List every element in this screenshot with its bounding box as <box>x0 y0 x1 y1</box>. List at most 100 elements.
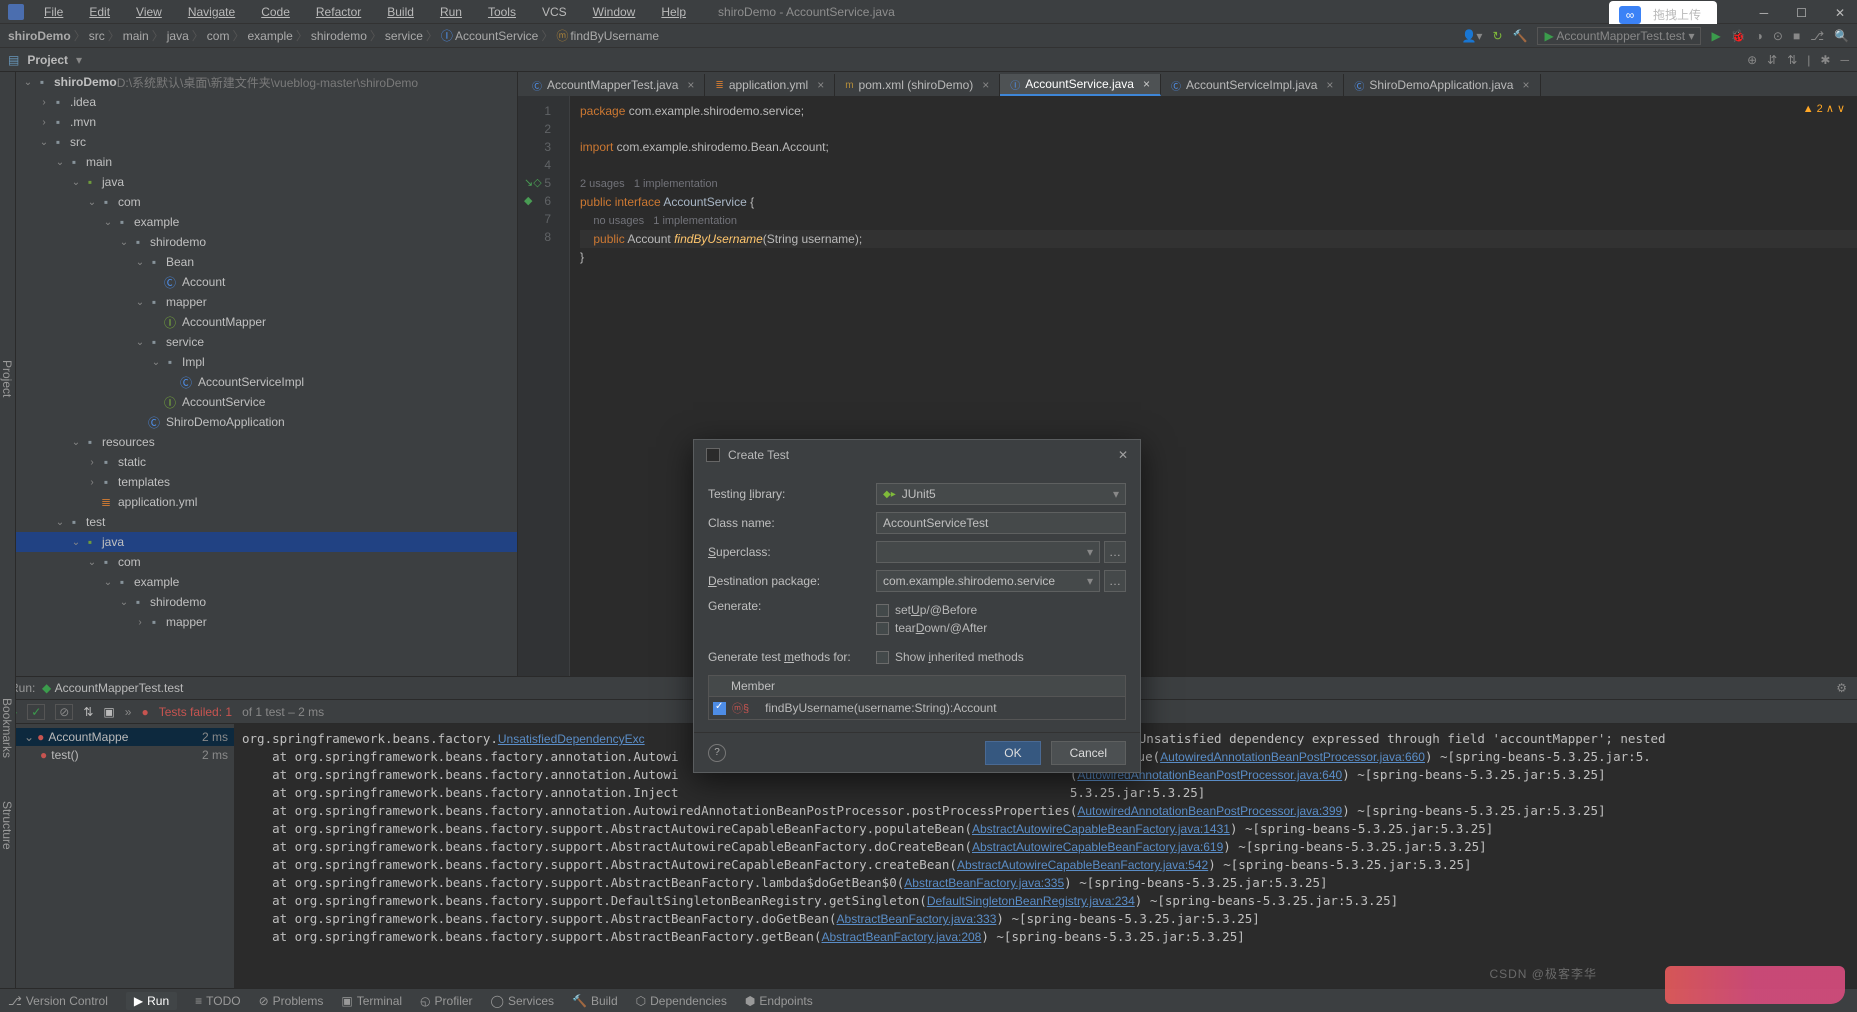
collapse-all-icon[interactable]: ⇅ <box>1787 53 1797 67</box>
ok-button[interactable]: OK <box>985 741 1040 765</box>
destpkg-browse[interactable]: … <box>1104 570 1126 592</box>
tab-application[interactable]: ≣application.yml× <box>705 74 835 96</box>
tree-item-main[interactable]: ⌄▪main <box>16 152 517 172</box>
tab-close-icon[interactable]: × <box>1522 78 1529 92</box>
menu-navigate[interactable]: Navigate <box>176 3 247 21</box>
run-config-selector[interactable]: ▶ AccountMapperTest.test ▾ <box>1537 27 1701 45</box>
tree-item-impl[interactable]: ⌄▪Impl <box>16 352 517 372</box>
crumb-shirodemo[interactable]: shirodemo <box>311 29 367 43</box>
stop-icon[interactable]: ■ <box>1793 29 1800 43</box>
dialog-close-icon[interactable]: ✕ <box>1118 448 1128 462</box>
tree-item-java[interactable]: ⌄▪java <box>16 532 517 552</box>
coverage-icon[interactable]: ◑ <box>1756 29 1763 43</box>
build-icon[interactable]: 🔨 <box>1513 29 1528 43</box>
menu-vcs[interactable]: VCS <box>530 3 579 21</box>
menu-file[interactable]: File <box>32 3 75 21</box>
test-tree[interactable]: ⌄●AccountMappe2 ms●test()2 ms <box>16 724 234 1000</box>
reload-icon[interactable]: ↻ <box>1492 29 1502 43</box>
terminal-tab[interactable]: ▣ Terminal <box>341 994 402 1008</box>
profiler-tab[interactable]: ◵ Profiler <box>420 994 473 1008</box>
tree-item-mapper[interactable]: ⌄▪mapper <box>16 292 517 312</box>
crumb-src[interactable]: src <box>89 29 105 43</box>
run-tab[interactable]: ▶ Run <box>126 992 177 1010</box>
tree-item-src[interactable]: ⌄▪src <box>16 132 517 152</box>
tree-item-static[interactable]: ›▪static <box>16 452 517 472</box>
problems-tab[interactable]: ⊘ Problems <box>259 994 324 1008</box>
tree-item-java[interactable]: ⌄▪java <box>16 172 517 192</box>
tree-item-shirodemoapplication[interactable]: ⒸShiroDemoApplication <box>16 412 517 432</box>
debug-icon[interactable]: 🐞 <box>1731 29 1746 43</box>
menu-run[interactable]: Run <box>428 3 474 21</box>
project-title[interactable]: Project <box>27 53 68 67</box>
tree-item-application.yml[interactable]: ≣application.yml <box>16 492 517 512</box>
menu-help[interactable]: Help <box>649 3 698 21</box>
tab-close-icon[interactable]: × <box>817 78 824 92</box>
menu-build[interactable]: Build <box>375 3 426 21</box>
menu-refactor[interactable]: Refactor <box>304 3 373 21</box>
settings-icon[interactable]: ✱ <box>1820 53 1830 67</box>
superclass-browse[interactable]: … <box>1104 541 1126 563</box>
tree-item-test[interactable]: ⌄▪test <box>16 512 517 532</box>
sort-icon[interactable]: ⇅ <box>83 705 93 719</box>
destpkg-input[interactable]: com.example.shirodemo.service <box>876 570 1100 592</box>
menu-tools[interactable]: Tools <box>476 3 528 21</box>
tab-pom[interactable]: mpom.xml (shiroDemo)× <box>835 74 1000 96</box>
tab-close-icon[interactable]: × <box>1143 77 1150 91</box>
setup-checkbox[interactable]: setUp/@Before <box>876 603 987 617</box>
tree-item-shirodemo[interactable]: ⌄▪shiroDemo D:\系统默认\桌面\新建文件夹\vueblog-mas… <box>16 72 517 92</box>
help-icon[interactable]: ? <box>708 744 726 762</box>
expand-icon[interactable]: ▣ <box>103 705 114 719</box>
crumb-java[interactable]: java <box>167 29 189 43</box>
inspections-widget[interactable]: ▲ 2 ∧ ∨ <box>1803 102 1845 115</box>
menu-view[interactable]: View <box>124 3 174 21</box>
tree-item-.mvn[interactable]: ›▪.mvn <box>16 112 517 132</box>
crumb-method[interactable]: findByUsername <box>570 29 659 43</box>
testlib-combo[interactable]: ◆▸JUnit5 <box>876 483 1126 505</box>
tree-item-accountservice[interactable]: ⒾAccountService <box>16 392 517 412</box>
minimize-icon[interactable]: ─ <box>1754 4 1775 22</box>
crumb-service[interactable]: service <box>385 29 423 43</box>
cancel-button[interactable]: Cancel <box>1051 741 1126 765</box>
tree-item-.idea[interactable]: ›▪.idea <box>16 92 517 112</box>
teardown-checkbox[interactable]: tearDown/@After <box>876 621 987 635</box>
inherited-checkbox[interactable]: Show inherited methods <box>876 650 1024 664</box>
hide-icon[interactable]: ─ <box>1840 53 1849 67</box>
menu-edit[interactable]: Edit <box>77 3 122 21</box>
toggle-pass-icon[interactable]: ✓ <box>27 704 45 720</box>
deps-tab[interactable]: ⬡ Dependencies <box>636 994 727 1008</box>
tree-item-example[interactable]: ⌄▪example <box>16 572 517 592</box>
test-node[interactable]: ●test()2 ms <box>16 746 234 764</box>
tree-item-example[interactable]: ⌄▪example <box>16 212 517 232</box>
project-tree[interactable]: ⌄▪shiroDemo D:\系统默认\桌面\新建文件夹\vueblog-mas… <box>16 72 518 676</box>
services-tab[interactable]: ◯ Services <box>491 994 554 1008</box>
tree-item-accountserviceimpl[interactable]: ⒸAccountServiceImpl <box>16 372 517 392</box>
git-icon[interactable]: ⎇ <box>1810 29 1824 43</box>
maximize-icon[interactable]: ☐ <box>1790 4 1813 22</box>
tree-item-com[interactable]: ⌄▪com <box>16 552 517 572</box>
tab-accountserviceimpl[interactable]: ⒸAccountServiceImpl.java× <box>1161 74 1344 96</box>
tab-close-icon[interactable]: × <box>982 78 989 92</box>
tree-item-accountmapper[interactable]: ⒾAccountMapper <box>16 312 517 332</box>
profile-icon[interactable]: ⊙ <box>1773 29 1783 43</box>
tree-item-service[interactable]: ⌄▪service <box>16 332 517 352</box>
bookmarks-tab[interactable]: Bookmarks <box>0 688 14 768</box>
tab-close-icon[interactable]: × <box>1326 78 1333 92</box>
tree-item-mapper[interactable]: ›▪mapper <box>16 612 517 632</box>
tree-item-resources[interactable]: ⌄▪resources <box>16 432 517 452</box>
crumb-example[interactable]: example <box>247 29 292 43</box>
dialog-titlebar[interactable]: Create Test ✕ <box>694 440 1140 470</box>
crumb-class[interactable]: AccountService <box>455 29 538 43</box>
user-icon[interactable]: 👤▾ <box>1461 29 1482 43</box>
tab-accountservice[interactable]: ⒾAccountService.java× <box>1000 74 1161 96</box>
endpoints-tab[interactable]: ⬢ Endpoints <box>745 994 813 1008</box>
tree-item-com[interactable]: ⌄▪com <box>16 192 517 212</box>
member-checkbox[interactable]: ✓ <box>713 702 726 715</box>
tree-item-templates[interactable]: ›▪templates <box>16 472 517 492</box>
search-icon[interactable]: 🔍 <box>1834 29 1849 43</box>
run-settings-icon[interactable]: ⚙ <box>1836 681 1847 695</box>
crumb-project[interactable]: shiroDemo <box>8 29 71 43</box>
member-row[interactable]: ✓ ⓜ§ findByUsername(username:String):Acc… <box>709 697 1125 719</box>
vcs-tab[interactable]: ⎇ Version Control <box>8 994 108 1008</box>
test-node[interactable]: ⌄●AccountMappe2 ms <box>16 728 234 746</box>
toggle-ignore-icon[interactable]: ⊘ <box>55 704 73 720</box>
